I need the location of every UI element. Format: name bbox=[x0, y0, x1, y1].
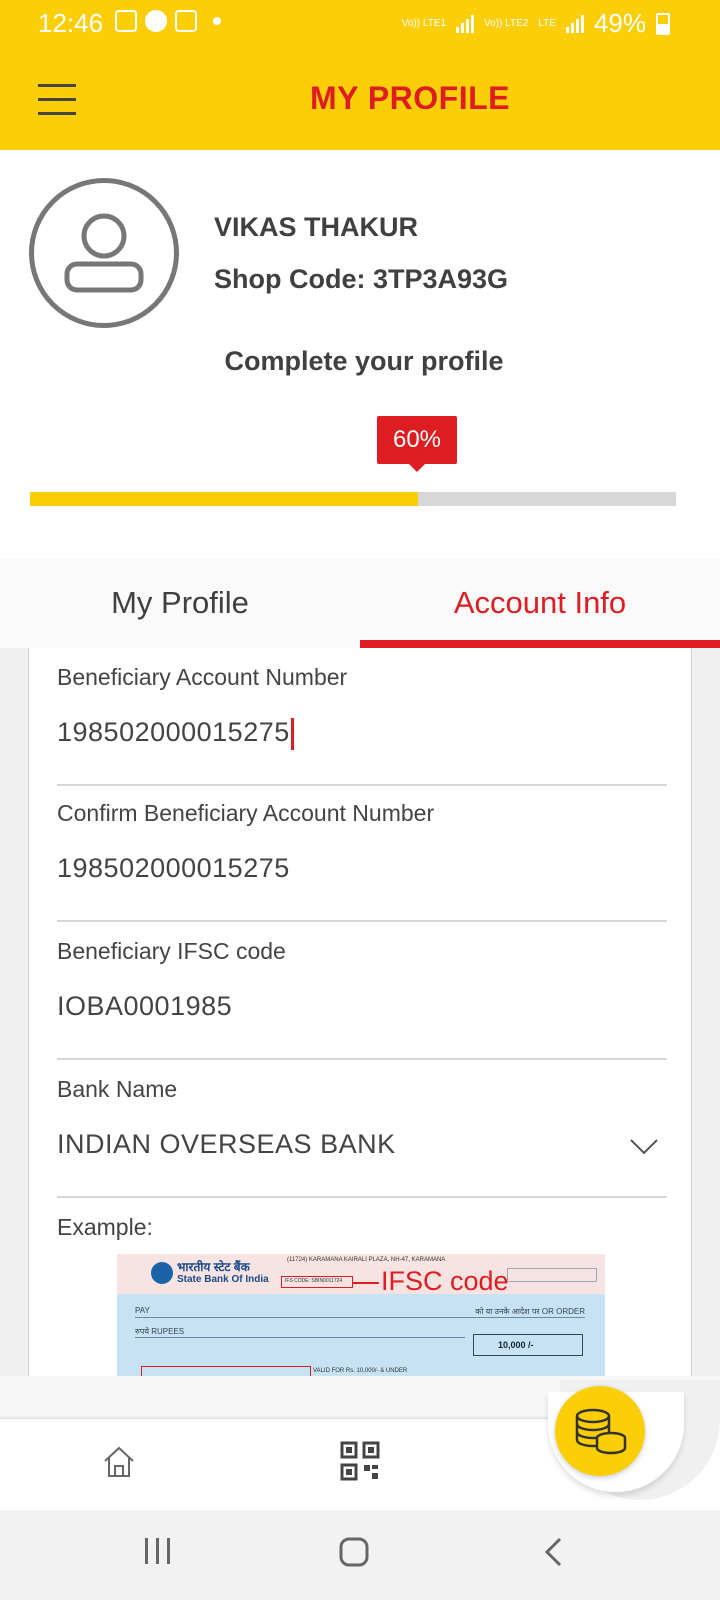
bank-name-field[interactable]: Bank Name INDIAN OVERSEAS BANK bbox=[57, 1076, 667, 1198]
field-underline bbox=[57, 1196, 667, 1198]
gallery-icon bbox=[115, 10, 137, 32]
bank-name-label: Bank Name bbox=[57, 1076, 178, 1102]
cheque-bank-hindi: भारतीय स्टेट बैंक bbox=[177, 1260, 250, 1274]
cheque-date-box bbox=[507, 1268, 597, 1282]
battery-icon bbox=[656, 12, 670, 35]
cheque-order-label: को या उनके आदेश पर OR ORDER bbox=[475, 1307, 585, 1316]
profile-progress-bar bbox=[30, 492, 676, 506]
account-number-label: Beneficiary Account Number bbox=[57, 664, 348, 690]
cheque-address: (11724) KARAMANA KAIRALI PLAZA, NH-47, K… bbox=[287, 1257, 446, 1263]
phone-call-icon bbox=[145, 10, 167, 32]
qr-code-icon[interactable] bbox=[340, 1441, 380, 1481]
notification-icons bbox=[115, 10, 221, 32]
account-info-form: Beneficiary Account Number 1985020000152… bbox=[28, 648, 692, 1376]
field-underline bbox=[57, 1058, 667, 1060]
more-notifications-icon bbox=[213, 17, 221, 25]
tab-account-info[interactable]: Account Info bbox=[360, 558, 720, 648]
example-label: Example: bbox=[57, 1214, 153, 1240]
ifsc-pointer-line bbox=[353, 1282, 379, 1284]
sim2-label: Vo)) LTE2 bbox=[484, 17, 529, 29]
ifsc-label: Beneficiary IFSC code bbox=[57, 938, 286, 964]
chevron-down-icon[interactable] bbox=[629, 1138, 659, 1156]
tab-my-profile[interactable]: My Profile bbox=[0, 558, 360, 648]
status-time: 12:46 bbox=[38, 8, 104, 38]
cheque-pay-line: PAY को या उनके आदेश पर OR ORDER bbox=[135, 1306, 585, 1318]
status-bar: 12:46 Vo)) LTE1 Vo)) LTE2 LTE 49% bbox=[0, 0, 720, 46]
sim1-label: Vo)) LTE1 bbox=[401, 17, 447, 29]
active-tab-indicator bbox=[360, 640, 720, 648]
field-underline bbox=[57, 920, 667, 922]
avatar[interactable] bbox=[29, 178, 179, 328]
coins-icon bbox=[575, 1408, 627, 1455]
signal-1-icon bbox=[456, 14, 475, 33]
profile-name: VIKAS THAKUR bbox=[214, 212, 419, 242]
cheque-bank-name: State Bank Of India bbox=[177, 1274, 269, 1285]
task-icon bbox=[175, 10, 197, 32]
account-number-input[interactable]: 198502000015275 bbox=[57, 717, 667, 750]
sbi-logo-icon bbox=[151, 1262, 173, 1284]
cheque-pay-label: PAY bbox=[135, 1306, 150, 1315]
profile-tabs: My Profile Account Info bbox=[0, 558, 720, 648]
signal-2-icon bbox=[565, 14, 584, 33]
profile-header: VIKAS THAKUR Shop Code: 3TP3A93G Complet… bbox=[0, 150, 720, 558]
ifsc-callout-label: IFSC code bbox=[381, 1266, 509, 1296]
complete-profile-label: Complete your profile bbox=[224, 346, 504, 376]
user-icon bbox=[64, 213, 144, 293]
field-underline bbox=[57, 784, 667, 786]
coins-button[interactable] bbox=[555, 1386, 645, 1476]
account-number-field[interactable]: Beneficiary Account Number 1985020000152… bbox=[57, 664, 667, 786]
cheque-ifsc-box: IFS CODE: SBIN0011724 bbox=[281, 1276, 353, 1288]
recent-apps-icon[interactable] bbox=[142, 1536, 174, 1566]
lte-label: LTE bbox=[538, 17, 556, 29]
tab-account-info-label: Account Info bbox=[453, 585, 627, 620]
app-bar: MY PROFILE bbox=[0, 46, 720, 150]
progress-badge: 60% bbox=[377, 416, 457, 472]
system-nav-bar bbox=[0, 1510, 720, 1600]
bank-name-select[interactable]: INDIAN OVERSEAS BANK bbox=[57, 1129, 667, 1160]
cheque-amount-box: 10,000 /- bbox=[473, 1334, 583, 1356]
text-cursor bbox=[290, 717, 294, 750]
account-number-value: 198502000015275 bbox=[57, 717, 290, 747]
confirm-account-number-field[interactable]: Confirm Beneficiary Account Number 19850… bbox=[57, 800, 667, 922]
cheque-account-box bbox=[141, 1366, 311, 1376]
ifsc-input[interactable]: IOBA0001985 bbox=[57, 991, 667, 1022]
cheque-example-image: भारतीय स्टेट बैंक State Bank Of India (1… bbox=[117, 1254, 605, 1376]
profile-progress-fill bbox=[30, 492, 418, 506]
shop-code: Shop Code: 3TP3A93G bbox=[214, 264, 509, 294]
ifsc-field[interactable]: Beneficiary IFSC code IOBA0001985 bbox=[57, 938, 667, 1060]
confirm-account-number-input[interactable]: 198502000015275 bbox=[57, 853, 667, 884]
cheque-valid-text: VALID FOR Rs. 10,000/- & UNDER bbox=[313, 1368, 408, 1374]
home-icon[interactable] bbox=[102, 1445, 136, 1479]
battery-percent: 49% bbox=[593, 8, 646, 38]
back-icon[interactable] bbox=[542, 1536, 566, 1568]
cheque-rupees-line: रुपये RUPEES bbox=[135, 1326, 465, 1338]
confirm-account-number-label: Confirm Beneficiary Account Number bbox=[57, 800, 435, 826]
page-title: MY PROFILE bbox=[310, 80, 510, 116]
status-right: Vo)) LTE1 Vo)) LTE2 LTE 49% bbox=[402, 8, 670, 39]
home-button-icon[interactable] bbox=[338, 1536, 370, 1568]
